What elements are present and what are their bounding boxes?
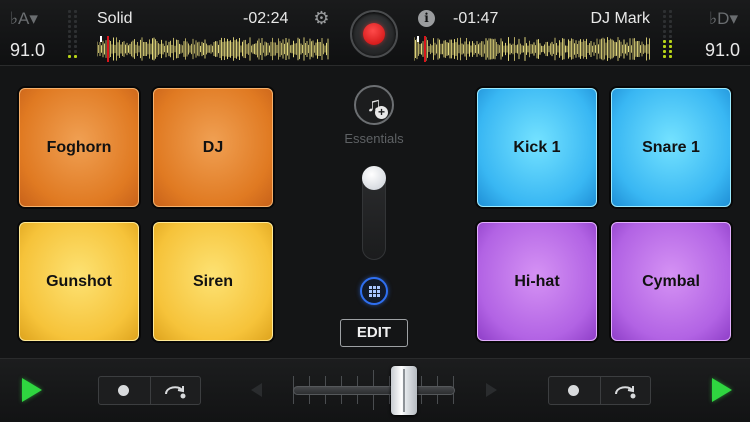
gear-icon[interactable]: ⚙ (312, 9, 331, 28)
sample-pad-siren[interactable]: Siren (153, 222, 273, 341)
sample-pad-gunshot[interactable]: Gunshot (19, 222, 139, 341)
edit-button[interactable]: EDIT (340, 319, 408, 347)
deck-b-track-title[interactable]: DJ Mark (590, 10, 650, 28)
deck-b-cue-button[interactable] (568, 385, 579, 396)
crossfader-track[interactable] (293, 386, 455, 395)
deck-a-bpm: 91.0 (10, 40, 46, 60)
deck-a-play-icon[interactable] (22, 378, 42, 402)
record-icon (363, 23, 385, 45)
deck-b-cue-loop-controls (548, 376, 651, 405)
plus-icon: + (375, 106, 388, 119)
sample-pad-dj[interactable]: DJ (153, 88, 273, 207)
pad-label: Kick 1 (513, 138, 561, 156)
deck-b-vu-meter (663, 10, 679, 60)
deck-b-play-icon[interactable] (712, 378, 732, 402)
deck-a-vu-meter (68, 10, 84, 60)
deck-a-cue-loop-controls (98, 376, 201, 405)
pad-label: DJ (202, 138, 224, 156)
deck-b-time-remaining: -01:47 (453, 10, 499, 27)
sample-bank-label: Essentials (344, 131, 404, 146)
deck-a-cue-button[interactable] (118, 385, 129, 396)
pad-label: Hi-hat (514, 272, 560, 290)
pad-label: Gunshot (46, 272, 112, 290)
deck-a-track-title[interactable]: Solid (97, 10, 133, 28)
deck-a-waveform[interactable] (97, 36, 329, 62)
sample-pad-cymbal[interactable]: Cymbal (611, 222, 731, 341)
sample-pad-kick-1[interactable]: Kick 1 (477, 88, 597, 207)
record-button[interactable] (350, 10, 398, 58)
pad-label: Cymbal (642, 272, 700, 290)
sample-bank-button[interactable]: ♫ + (354, 85, 394, 125)
deck-a-key-selector[interactable]: ♭A▾ (10, 9, 38, 29)
info-icon[interactable]: i (418, 10, 435, 27)
deck-b-bpm: 91.0 (704, 40, 740, 60)
sample-pad-foghorn[interactable]: Foghorn (19, 88, 139, 207)
crossfader-handle[interactable] (391, 366, 417, 415)
sample-pad-hi-hat[interactable]: Hi-hat (477, 222, 597, 341)
deck-b-waveform[interactable] (414, 36, 650, 62)
crossfader-right-arrow-icon[interactable] (486, 383, 497, 397)
deck-a-time-remaining: -02:24 (243, 10, 289, 27)
crossfader-left-arrow-icon[interactable] (251, 383, 262, 397)
divider (150, 377, 151, 404)
sampler-volume-knob[interactable] (362, 166, 386, 190)
deck-b-key-selector[interactable]: ♭D▾ (709, 9, 738, 29)
deck-b-loop-arrow-icon[interactable] (611, 381, 639, 401)
pad-label: Foghorn (46, 138, 112, 156)
grid-icon[interactable] (360, 277, 388, 305)
pad-label: Snare 1 (642, 138, 700, 156)
divider (600, 377, 601, 404)
sample-pad-snare-1[interactable]: Snare 1 (611, 88, 731, 207)
pad-label: Siren (192, 272, 233, 290)
deck-a-loop-arrow-icon[interactable] (161, 381, 189, 401)
top-bar: ♭A▾ 91.0 Solid -02:24 ⚙ i -01:47 DJ Mark… (0, 0, 750, 66)
